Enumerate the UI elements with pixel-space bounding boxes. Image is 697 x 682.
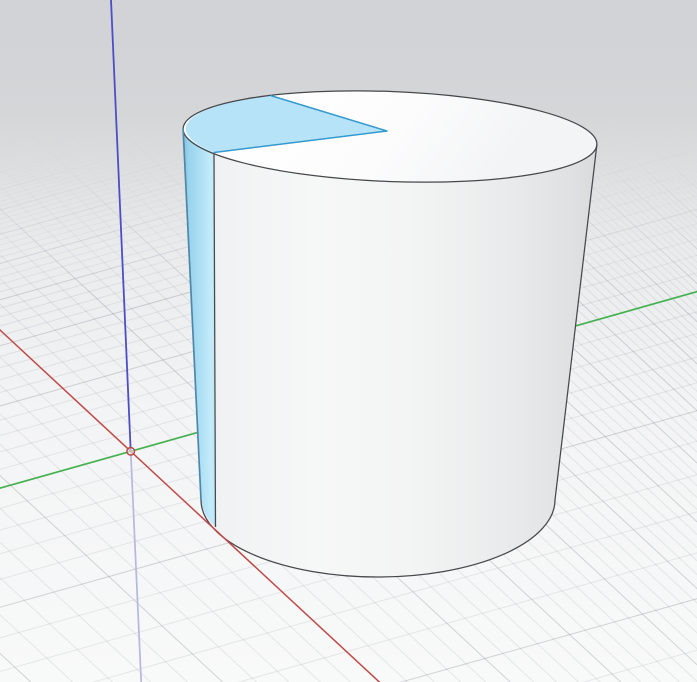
cylinder-object[interactable] [181,84,598,577]
scene-svg [0,0,697,682]
cylinder-body[interactable] [183,129,597,577]
origin-marker [127,448,135,456]
viewport-3d[interactable] [0,0,697,682]
